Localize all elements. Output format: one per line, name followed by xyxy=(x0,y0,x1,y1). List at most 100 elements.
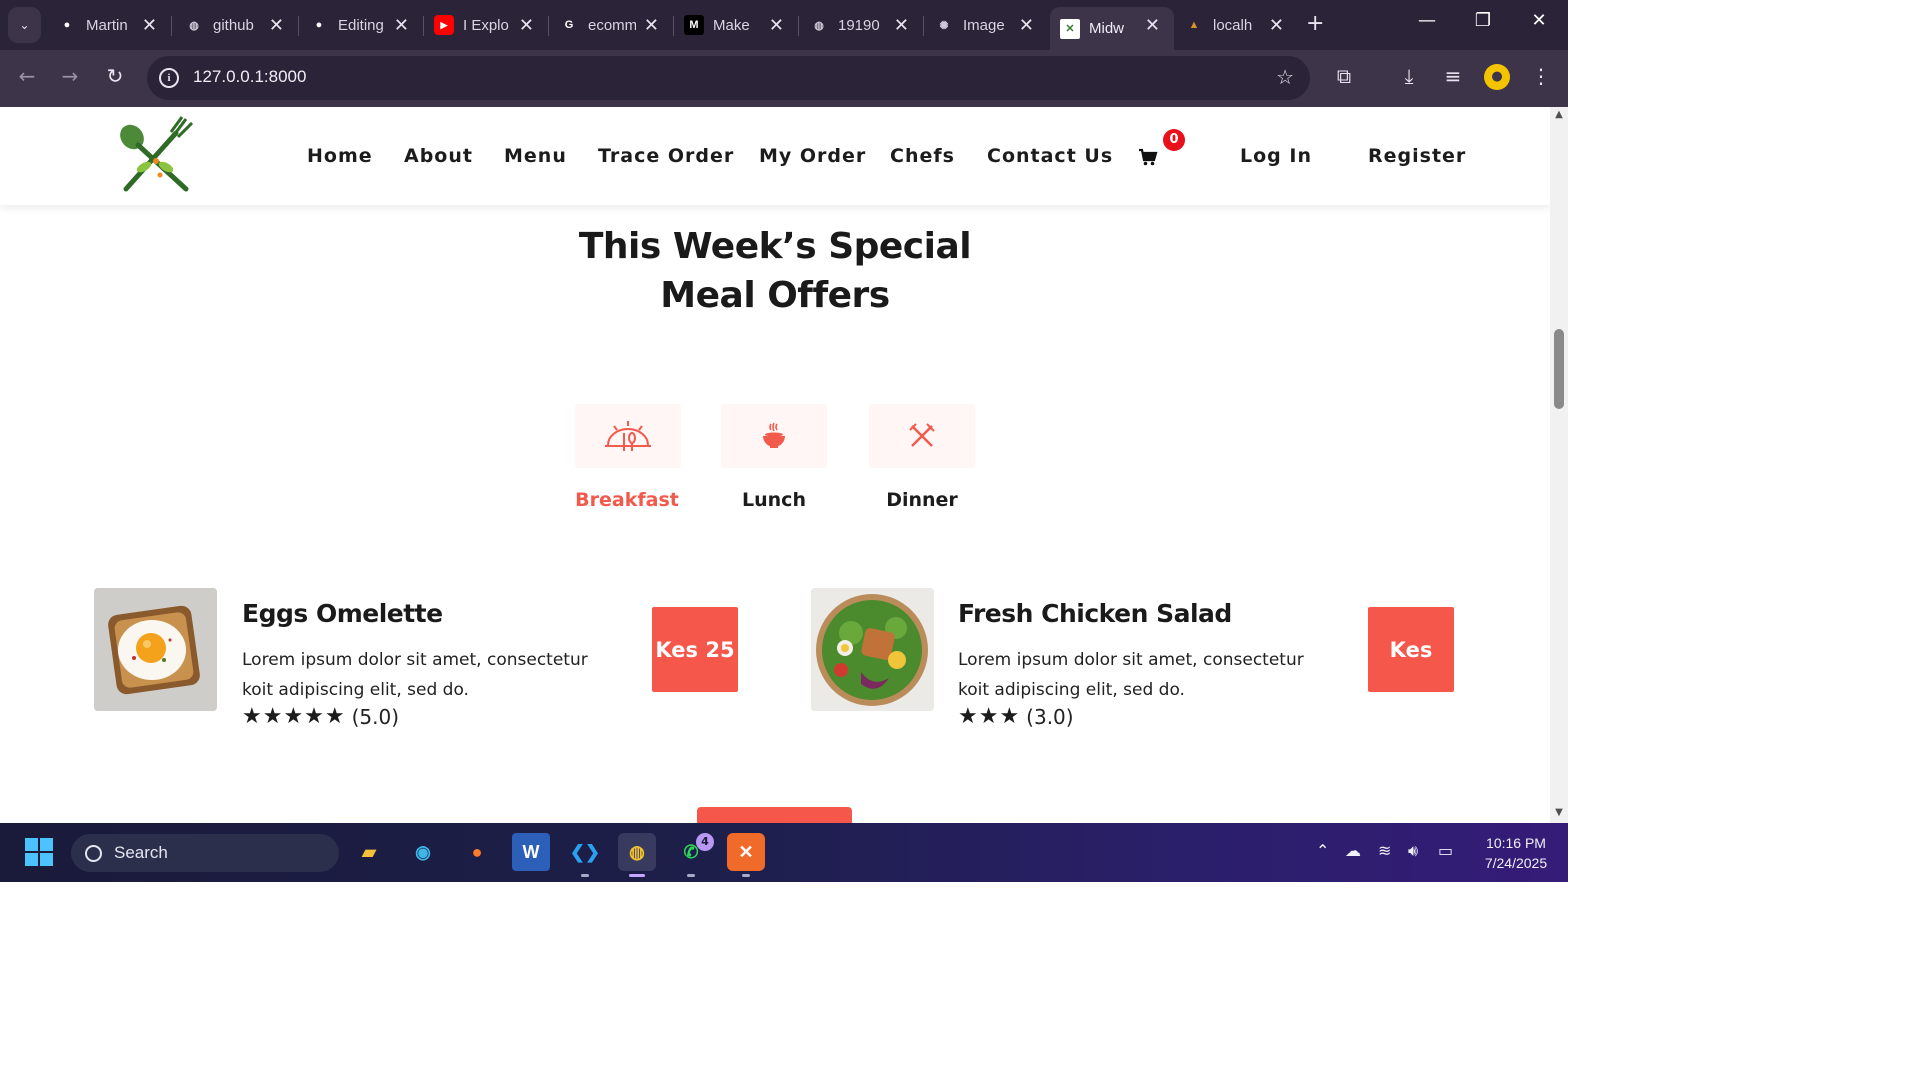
browser-tab[interactable]: ◍ 19190 ✕ xyxy=(799,7,924,43)
close-tab-icon[interactable]: ✕ xyxy=(269,15,284,36)
price-button[interactable]: Kes xyxy=(1368,607,1454,692)
rating-value: (5.0) xyxy=(351,704,400,729)
media-controls-icon[interactable]: ≡ xyxy=(1439,64,1467,88)
browser-tab[interactable]: ● Martin ✕ xyxy=(47,7,172,43)
site-info-icon[interactable]: i xyxy=(159,68,179,88)
wifi-icon[interactable]: ≋ xyxy=(1378,841,1391,860)
reload-button[interactable]: ↻ xyxy=(101,64,129,88)
minimize-button[interactable]: — xyxy=(1412,10,1442,31)
close-window-button[interactable]: ✕ xyxy=(1524,10,1554,31)
vscode-icon[interactable]: ❮❯ xyxy=(566,833,604,877)
edge-icon[interactable]: ◉ xyxy=(404,833,442,871)
taskbar-search-box[interactable]: Search xyxy=(71,834,339,872)
price-button[interactable]: Kes 25 xyxy=(652,607,738,692)
close-tab-icon[interactable]: ✕ xyxy=(1019,15,1034,36)
browser-tab[interactable]: Gecomm ✕ xyxy=(549,7,674,43)
nav-my-order[interactable]: My Order xyxy=(759,145,866,167)
extensions-icon[interactable]: ⧉ xyxy=(1330,64,1358,88)
dinner-tab-button[interactable] xyxy=(869,404,975,468)
nav-chefs[interactable]: Chefs xyxy=(890,145,955,167)
scroll-down-arrow-icon[interactable]: ▼ xyxy=(1553,807,1565,818)
tab-title: Martin xyxy=(86,16,128,34)
section-title-line-1: This Week’s Special xyxy=(578,226,972,267)
cart-count-badge: 0 xyxy=(1163,129,1185,151)
close-tab-icon[interactable]: ✕ xyxy=(644,15,659,36)
browser-tab[interactable]: ▲ localh ✕ xyxy=(1174,7,1298,43)
restore-button[interactable]: ❐ xyxy=(1468,10,1498,31)
profile-avatar[interactable]: ● xyxy=(1484,64,1510,90)
tab-separator xyxy=(171,16,172,36)
windows-taskbar: Search ▰ ◉ ● W ❮❯ ◍ ✆ ✕ ⌃ ☁ ≋ 🔊︎ ▭ 10:16… xyxy=(0,823,1568,882)
dinner-tab-label[interactable]: Dinner xyxy=(842,489,1002,511)
close-tab-icon[interactable]: ✕ xyxy=(1269,15,1284,36)
xampp-icon[interactable]: ✕ xyxy=(727,833,765,877)
close-tab-icon[interactable]: ✕ xyxy=(1145,15,1160,36)
new-tab-button[interactable]: + xyxy=(1306,11,1324,36)
volume-icon[interactable]: 🔊︎ xyxy=(1408,841,1418,861)
whatsapp-notification-badge: 4 xyxy=(696,833,714,851)
close-tab-icon[interactable]: ✕ xyxy=(519,15,534,36)
tray-overflow-chevron-icon[interactable]: ⌃ xyxy=(1316,841,1329,860)
battery-icon[interactable]: ▭ xyxy=(1438,841,1453,860)
search-icon xyxy=(85,844,102,862)
tab-title: Make xyxy=(713,16,750,34)
nav-trace-order[interactable]: Trace Order xyxy=(598,145,734,167)
globe-icon: ◍ xyxy=(814,19,824,32)
url-text[interactable]: 127.0.0.1:8000 xyxy=(193,67,306,87)
rating-stars-icon: ★★★ xyxy=(958,704,1021,729)
cart-icon[interactable] xyxy=(1138,147,1158,167)
github-icon: ● xyxy=(63,19,71,31)
file-explorer-icon[interactable]: ▰ xyxy=(350,833,388,871)
browser-tab[interactable]: M Make ✕ xyxy=(674,7,799,43)
nav-login[interactable]: Log In xyxy=(1240,145,1312,167)
item-name: Eggs Omelette xyxy=(242,599,443,628)
clock-date: 7/24/2025 xyxy=(1484,855,1548,871)
lunch-tab-label[interactable]: Lunch xyxy=(694,489,854,511)
item-description: Lorem ipsum dolor sit amet, consectetur … xyxy=(242,650,588,700)
scroll-up-arrow-icon[interactable]: ▲ xyxy=(1553,109,1565,120)
breakfast-tab-label[interactable]: Breakfast xyxy=(547,489,707,511)
clock-time: 10:16 PM xyxy=(1486,835,1546,851)
system-clock[interactable]: 10:16 PM 7/24/2025 xyxy=(1472,833,1560,873)
breakfast-tab-button[interactable] xyxy=(575,404,681,468)
browser-tab[interactable]: ✺ Image ✕ xyxy=(924,7,1048,43)
close-tab-icon[interactable]: ✕ xyxy=(894,15,909,36)
logo-fork-spoon-icon[interactable] xyxy=(116,115,196,195)
nav-contact-us[interactable]: Contact Us xyxy=(987,145,1113,167)
chrome-menu-icon[interactable]: ⋮ xyxy=(1527,64,1555,88)
bookmark-star-icon[interactable]: ☆ xyxy=(1276,65,1294,89)
close-tab-icon[interactable]: ✕ xyxy=(769,15,784,36)
chrome-icon[interactable]: ◍ xyxy=(618,833,656,877)
onedrive-icon[interactable]: ☁ xyxy=(1345,841,1361,860)
windows-start-icon[interactable] xyxy=(20,833,58,871)
browser-tab[interactable]: ● Editing ✕ xyxy=(299,7,424,43)
firefox-icon[interactable]: ● xyxy=(458,833,496,871)
close-tab-icon[interactable]: ✕ xyxy=(394,15,409,36)
view-more-button[interactable] xyxy=(697,807,852,823)
lunch-tab-button[interactable] xyxy=(721,404,827,468)
browser-tab[interactable]: ◍ github ✕ xyxy=(174,7,299,43)
tab-title: localh xyxy=(1213,16,1253,34)
nav-home[interactable]: Home xyxy=(307,145,373,167)
nav-menu[interactable]: Menu xyxy=(504,145,567,167)
nav-register[interactable]: Register xyxy=(1368,145,1466,167)
close-tab-icon[interactable]: ✕ xyxy=(142,15,157,36)
page-scrollbar[interactable]: ▲ ▼ xyxy=(1550,107,1568,823)
tab-title: 19190 xyxy=(838,16,880,34)
section-title-line-2: Meal Offers xyxy=(660,275,890,316)
tab-search-button[interactable]: ⌄ xyxy=(8,7,41,43)
openai-icon: ✺ xyxy=(939,19,949,32)
browser-tab[interactable]: ▶ I Explo ✕ xyxy=(424,7,549,43)
site-favicon-icon: ✕ xyxy=(1060,18,1080,39)
browser-tab-strip: ⌄ ● Martin ✕ ◍ github ✕ ● Editing ✕ ▶ I Explo ✕ Geco… xyxy=(0,0,1568,50)
rating-value: (3.0) xyxy=(1026,704,1074,729)
download-icon[interactable]: ⤓ xyxy=(1395,64,1423,88)
word-icon[interactable]: W xyxy=(512,833,550,871)
address-bar[interactable]: i 127.0.0.1:8000 ☆ xyxy=(147,56,1310,100)
back-button[interactable]: ← xyxy=(13,64,41,88)
nav-about[interactable]: About xyxy=(404,145,473,167)
forward-button[interactable]: → xyxy=(56,64,84,88)
item-description: Lorem ipsum dolor sit amet, consectetur … xyxy=(958,650,1304,700)
scrollbar-thumb[interactable] xyxy=(1554,329,1564,409)
browser-tab[interactable]: ✕ Midw ✕ xyxy=(1050,7,1174,50)
